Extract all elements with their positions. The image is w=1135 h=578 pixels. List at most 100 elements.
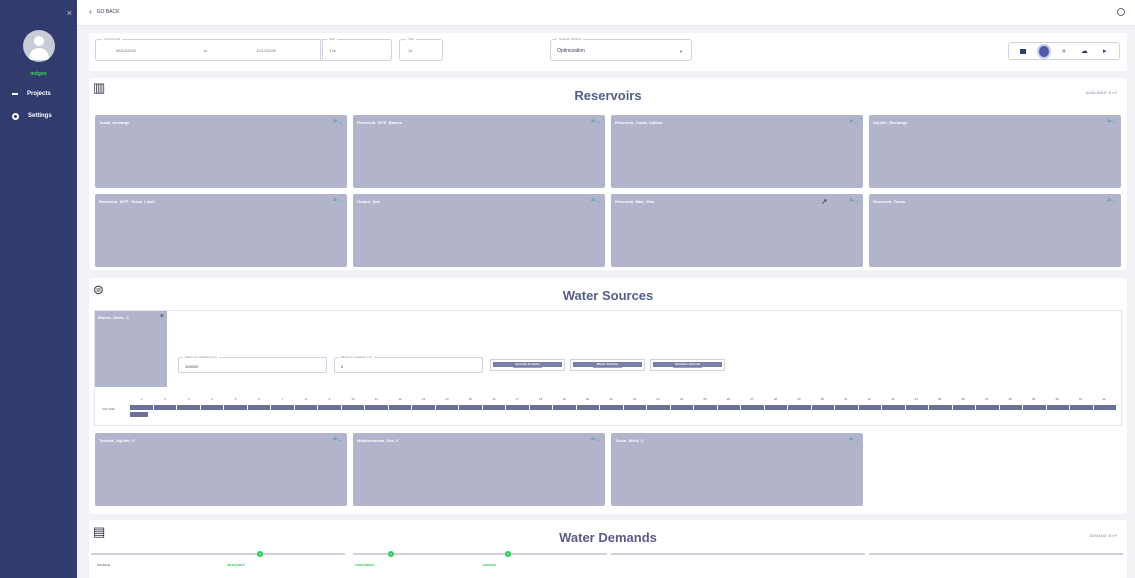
wrench-icon[interactable]: 🔧 bbox=[590, 195, 601, 206]
source-card[interactable]: Tossa_Wells_C 🔧 bbox=[611, 433, 863, 506]
cloud-upload-icon[interactable]: ☁ bbox=[1079, 46, 1089, 56]
wrench-icon[interactable]: 🔧 bbox=[1106, 116, 1117, 127]
grid-cell[interactable] bbox=[788, 405, 811, 410]
reservoir-card[interactable]: Tossa_recharge 🔧 bbox=[95, 115, 347, 188]
filter-bar: Time Period 08/10/2020 to 12/17/2020 Ste… bbox=[89, 33, 1127, 71]
grid-cell[interactable] bbox=[811, 405, 834, 410]
grid-cell[interactable] bbox=[1023, 405, 1046, 410]
grid-number: 20 bbox=[585, 397, 590, 401]
wrench-icon[interactable]: 🔧 bbox=[590, 116, 601, 127]
grid-cell[interactable] bbox=[600, 405, 623, 410]
sidebar-item-projects[interactable]: Projects bbox=[12, 88, 51, 100]
scheme-button[interactable]: Winter Scheme bbox=[570, 359, 645, 371]
grid-cell[interactable] bbox=[858, 405, 881, 410]
save-icon[interactable] bbox=[1018, 46, 1028, 56]
grid-cell[interactable] bbox=[200, 405, 223, 410]
grid-cell[interactable] bbox=[459, 405, 482, 410]
reservoir-card[interactable]: Reservoir_Tossa 🔧 bbox=[869, 194, 1121, 267]
grid-cell[interactable] bbox=[130, 405, 153, 410]
grid-cell[interactable] bbox=[482, 405, 505, 410]
wrench-icon[interactable]: 🔧 bbox=[848, 116, 859, 127]
source-card-selected[interactable]: Blanes_Wells_C × bbox=[95, 311, 167, 387]
grid-cell[interactable] bbox=[976, 405, 999, 410]
grid-cell[interactable] bbox=[553, 405, 576, 410]
reservoir-card[interactable]: Output_Sea 🔧 bbox=[353, 194, 605, 267]
grid-cell[interactable] bbox=[741, 405, 764, 410]
grid-number: 28 bbox=[773, 397, 778, 401]
grid-cell[interactable] bbox=[647, 405, 670, 410]
grid-cell[interactable] bbox=[318, 405, 341, 410]
grid-cell[interactable] bbox=[717, 405, 740, 410]
wrench-icon[interactable]: 🔧 bbox=[848, 195, 859, 206]
grid-cell[interactable] bbox=[694, 405, 717, 410]
fast-forward-icon[interactable]: » bbox=[1059, 46, 1069, 56]
grid-cell[interactable] bbox=[435, 405, 458, 410]
reservoir-card[interactable]: Reservoir_WTP_Blanes 🔧 bbox=[353, 115, 605, 188]
year-field[interactable]: Year 10 bbox=[399, 37, 443, 61]
demand-column bbox=[611, 553, 865, 573]
reservoir-card[interactable]: Reservoir_WTP_Tossa_Llavit 🔧 bbox=[95, 194, 347, 267]
reservoir-name: Reservoir_WTP_Tossa_Llavit bbox=[99, 199, 155, 204]
grid-cell[interactable] bbox=[247, 405, 270, 410]
reservoir-card[interactable]: Aquifer_Recharge 🔧 bbox=[869, 115, 1121, 188]
grid-cell[interactable] bbox=[1070, 405, 1093, 410]
max-capacity-input[interactable]: Maximum Capacity (m³) 100000 bbox=[178, 355, 327, 373]
reservoir-card[interactable]: Reservoir_Mas_Villa ➚ 🔧 bbox=[611, 194, 863, 267]
grid-cell[interactable] bbox=[670, 405, 693, 410]
wrench-icon[interactable]: 🔧 bbox=[332, 195, 343, 206]
reservoir-card[interactable]: Reservoir_Costa_Calfina 🔧 bbox=[611, 115, 863, 188]
grid-cell[interactable] bbox=[999, 405, 1022, 410]
network-method-select[interactable]: Network Method Optimization ▼ bbox=[550, 37, 692, 61]
grid-cell[interactable] bbox=[529, 405, 552, 410]
wrench-icon[interactable]: 🔧 bbox=[1106, 195, 1117, 206]
wrench-icon[interactable]: 🔧 bbox=[848, 434, 859, 445]
play-icon[interactable]: ▸ bbox=[1100, 46, 1110, 56]
go-back-button[interactable]: ‹ GO BACK bbox=[89, 7, 119, 16]
grid-number: 41 bbox=[1078, 397, 1083, 401]
grid-cell[interactable] bbox=[506, 405, 529, 410]
grid-cell[interactable] bbox=[365, 405, 388, 410]
source-card[interactable]: Tordera_Aquifer_C 🔧 bbox=[95, 433, 347, 506]
grid-cell[interactable] bbox=[412, 405, 435, 410]
demand-column: SOURCE INFEASIBLE 0 bbox=[91, 551, 345, 573]
wrench-icon[interactable]: 🔧 bbox=[332, 434, 343, 445]
date-to[interactable]: 12/17/2020 bbox=[256, 48, 276, 53]
grid-cell[interactable] bbox=[388, 405, 411, 410]
grid-cell[interactable] bbox=[153, 405, 176, 410]
grid-cell[interactable] bbox=[177, 405, 200, 410]
grid-cell[interactable] bbox=[905, 405, 928, 410]
scheme-button[interactable]: Shoulder Scheme bbox=[650, 359, 725, 371]
wrench-icon[interactable]: 🔧 bbox=[332, 116, 343, 127]
chevron-left-icon: ‹ bbox=[89, 7, 92, 16]
grid-cell[interactable] bbox=[341, 405, 364, 410]
scheme-button[interactable]: Summer Scheme bbox=[490, 359, 565, 371]
grid-cell[interactable] bbox=[623, 405, 646, 410]
grid-cell[interactable] bbox=[882, 405, 905, 410]
grid-number: 37 bbox=[984, 397, 989, 401]
date-range-field[interactable]: Time Period 08/10/2020 to 12/17/2020 bbox=[95, 37, 323, 61]
grid-cell[interactable] bbox=[576, 405, 599, 410]
help-icon[interactable] bbox=[1117, 8, 1125, 16]
wrench-icon[interactable]: 🔧 bbox=[590, 434, 601, 445]
close-icon[interactable]: × bbox=[160, 313, 164, 320]
grid-cell[interactable] bbox=[952, 405, 975, 410]
grid-cell[interactable] bbox=[294, 405, 317, 410]
source-card[interactable]: Mediterranean_Sea_C 🔧 bbox=[353, 433, 605, 506]
grid-number: 12 bbox=[398, 397, 402, 401]
grid-cell[interactable] bbox=[929, 405, 952, 410]
avatar[interactable] bbox=[23, 30, 55, 62]
grid-cell[interactable] bbox=[224, 405, 247, 410]
grid-number: 18 bbox=[539, 397, 543, 401]
grid-cell[interactable] bbox=[1046, 405, 1069, 410]
close-sidebar-icon[interactable]: × bbox=[67, 8, 72, 18]
grid-cell[interactable] bbox=[271, 405, 294, 410]
sidebar-item-settings[interactable]: Settings bbox=[12, 110, 52, 122]
step-field[interactable]: Step 1 hr bbox=[320, 37, 392, 61]
min-capacity-input[interactable]: Minimum Capacity (m³) 0 bbox=[334, 355, 483, 373]
grid-cell[interactable] bbox=[1093, 405, 1116, 410]
grid-cell[interactable] bbox=[835, 405, 858, 410]
grid-cell[interactable] bbox=[764, 405, 787, 410]
grid-extra-cell[interactable] bbox=[130, 412, 148, 417]
date-from[interactable]: 08/10/2020 bbox=[116, 48, 136, 53]
run-status-icon[interactable] bbox=[1038, 45, 1049, 57]
